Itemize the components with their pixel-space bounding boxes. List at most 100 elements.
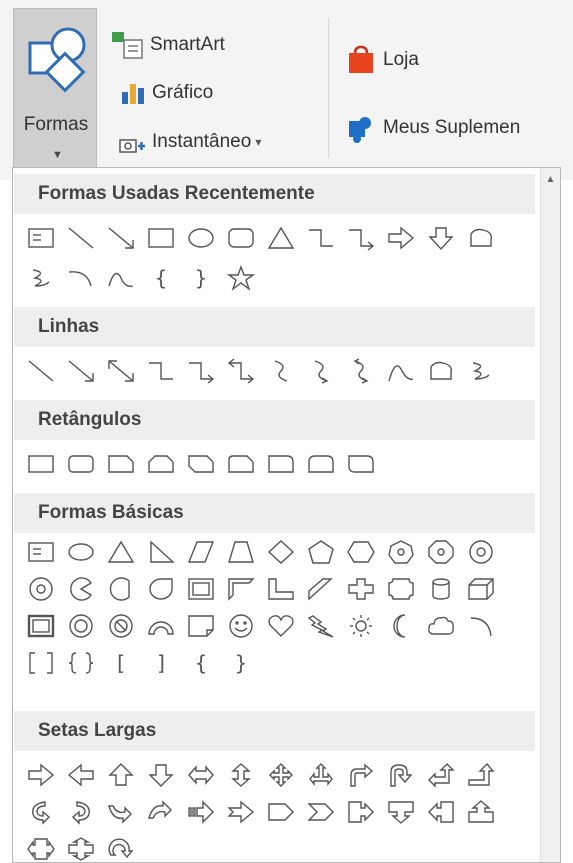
scroll-up-arrow-icon[interactable]: ▲ [543,174,558,189]
moon-shape-icon[interactable] [381,608,421,644]
diagonal-stripe-shape-icon[interactable] [301,571,341,607]
arrow-line-shape-icon[interactable] [101,220,141,256]
line-shape-icon[interactable] [61,220,101,256]
down-arrow-shape-icon[interactable] [421,220,461,256]
round-single-corner-rectangle-shape-icon[interactable] [261,446,301,482]
scribble-shape-icon[interactable] [21,260,61,296]
curved-left-arrow-shape-icon[interactable] [61,794,101,830]
no-symbol-shape-icon[interactable] [101,608,141,644]
triangle-shape-icon[interactable] [261,220,301,256]
curve-shape-icon[interactable] [381,353,421,389]
rounded-rectangle-shape-icon[interactable] [61,446,101,482]
lightning-bolt-shape-icon[interactable] [301,608,341,644]
down-arrow-callout-shape-icon[interactable] [381,794,421,830]
freeform-shape-icon[interactable] [421,353,461,389]
arc-shape-icon[interactable] [461,608,501,644]
curved-down-arrow-shape-icon[interactable] [141,794,181,830]
left-right-arrow-callout-shape-icon[interactable] [21,831,61,863]
heart-shape-icon[interactable] [261,608,301,644]
right-arrow-shape-icon[interactable] [381,220,421,256]
double-bracket-shape-icon[interactable] [21,645,61,681]
double-arrow-line-shape-icon[interactable] [101,353,141,389]
elbow-arrow-connector-shape-icon[interactable] [341,220,381,256]
scribble-shape-icon[interactable] [461,353,501,389]
curved-double-arrow-connector-shape-icon[interactable] [341,353,381,389]
striped-right-arrow-shape-icon[interactable] [181,794,221,830]
up-arrow-shape-icon[interactable] [101,757,141,793]
freeform-shape-icon[interactable] [461,220,501,256]
left-right-up-arrow-shape-icon[interactable] [301,757,341,793]
right-arrow-callout-shape-icon[interactable] [341,794,381,830]
down-arrow-shape-icon[interactable] [141,757,181,793]
snip-same-side-rectangle-shape-icon[interactable] [141,446,181,482]
screenshot-button[interactable]: Instantâneo ▾ [118,128,261,156]
frame-shape-icon[interactable] [181,571,221,607]
circular-arrow-shape-icon[interactable] [101,831,141,863]
left-brace-shape-icon[interactable]: { [181,645,221,681]
half-frame-shape-icon[interactable] [221,571,261,607]
cross-shape-icon[interactable] [341,571,381,607]
oval-shape-icon[interactable] [181,220,221,256]
arrow-line-shape-icon[interactable] [61,353,101,389]
curved-connector-shape-icon[interactable] [261,353,301,389]
right-arrow-shape-icon[interactable] [21,757,61,793]
up-arrow-callout-shape-icon[interactable] [461,794,501,830]
round-same-side-rectangle-shape-icon[interactable] [301,446,341,482]
quad-arrow-shape-icon[interactable] [261,757,301,793]
elbow-connector-shape-icon[interactable] [301,220,341,256]
trapezoid-shape-icon[interactable] [221,534,261,570]
bent-up-arrow-shape-icon[interactable] [461,757,501,793]
smartart-button[interactable]: SmartArt [110,30,225,60]
snip-round-rectangle-shape-icon[interactable] [221,446,261,482]
rectangle-shape-icon[interactable] [21,446,61,482]
star-shape-icon[interactable] [221,260,261,296]
teardrop-shape-icon[interactable] [141,571,181,607]
isosceles-triangle-shape-icon[interactable] [101,534,141,570]
oval-shape-icon[interactable] [61,534,101,570]
curved-arrow-connector-shape-icon[interactable] [301,353,341,389]
rectangle-shape-icon[interactable] [141,220,181,256]
can-shape-icon[interactable] [421,571,461,607]
cloud-shape-icon[interactable] [421,608,461,644]
curved-up-arrow-shape-icon[interactable] [101,794,141,830]
snip-single-corner-rectangle-shape-icon[interactable] [101,446,141,482]
shapes-button[interactable]: Formas ▼ [13,8,97,168]
u-turn-arrow-shape-icon[interactable] [381,757,421,793]
dodecagon-shape-icon[interactable] [21,571,61,607]
arc-shape-icon[interactable] [101,260,141,296]
up-down-arrow-shape-icon[interactable] [221,757,261,793]
pie-shape-icon[interactable] [61,571,101,607]
elbow-arrow-connector-shape-icon[interactable] [181,353,221,389]
gallery-scrollbar[interactable]: ▲ [540,168,560,862]
notched-right-arrow-shape-icon[interactable] [221,794,261,830]
snip-diagonal-rectangle-shape-icon[interactable] [181,446,221,482]
hexagon-shape-icon[interactable] [341,534,381,570]
left-arrow-shape-icon[interactable] [61,757,101,793]
bent-arrow-shape-icon[interactable] [341,757,381,793]
left-up-arrow-shape-icon[interactable] [421,757,461,793]
octagon-shape-icon[interactable] [421,534,461,570]
parallelogram-shape-icon[interactable] [181,534,221,570]
cube-shape-icon[interactable] [461,571,501,607]
round-diagonal-rectangle-shape-icon[interactable] [341,446,381,482]
right-bracket-shape-icon[interactable]: ] [141,645,181,681]
right-triangle-shape-icon[interactable] [141,534,181,570]
right-brace-shape-icon[interactable]: } [181,260,221,296]
curved-right-arrow-shape-icon[interactable] [21,794,61,830]
store-button[interactable]: Loja [345,45,419,75]
elbow-connector-shape-icon[interactable] [141,353,181,389]
chevron-shape-icon[interactable] [301,794,341,830]
heptagon-shape-icon[interactable] [381,534,421,570]
donut-shape-icon[interactable] [61,608,101,644]
plaque-shape-icon[interactable] [381,571,421,607]
left-arrow-callout-shape-icon[interactable] [421,794,461,830]
my-addins-button[interactable]: Meus Suplemen [345,113,520,143]
chart-button[interactable]: Gráfico [120,80,213,106]
text-box-shape-icon[interactable] [21,220,61,256]
curve-shape-icon[interactable] [61,260,101,296]
right-brace-shape-icon[interactable]: } [221,645,261,681]
chord-shape-icon[interactable] [101,571,141,607]
elbow-double-arrow-connector-shape-icon[interactable] [221,353,261,389]
double-brace-shape-icon[interactable] [61,645,101,681]
pentagon-shape-icon[interactable] [301,534,341,570]
